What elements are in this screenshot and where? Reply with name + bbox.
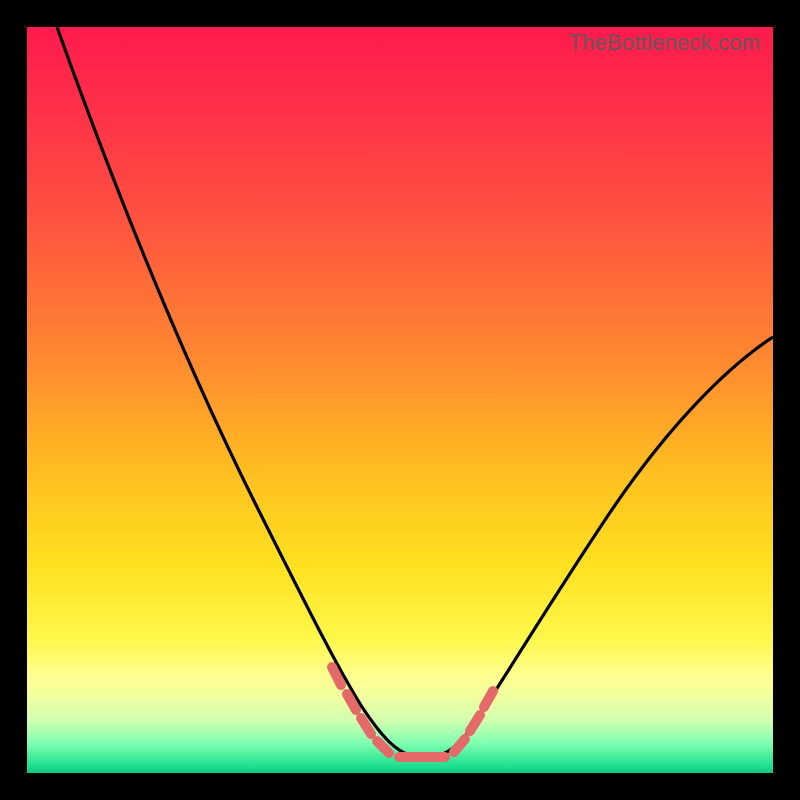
bottleneck-curve <box>27 27 773 773</box>
watermark-text: TheBottleneck.com <box>569 30 761 56</box>
curve-path <box>57 27 773 757</box>
highlight-dashes <box>332 667 493 757</box>
chart-plot-area: TheBottleneck.com <box>27 27 773 773</box>
